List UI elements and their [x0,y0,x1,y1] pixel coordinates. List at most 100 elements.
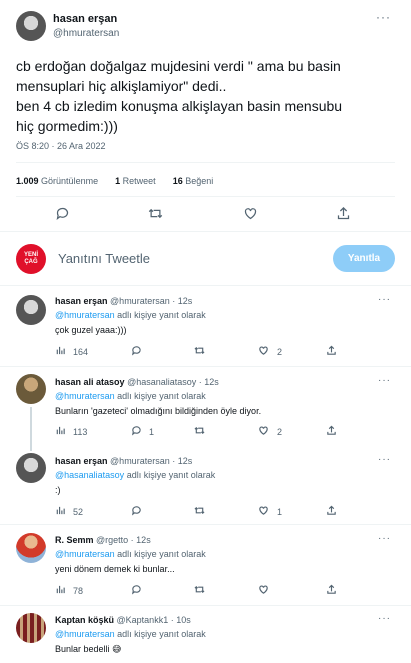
reply-author-name[interactable]: R. Semm [55,535,94,545]
reply-input[interactable]: Yanıtını Tweetle [58,251,318,266]
tweet-timestamp[interactable]: ÖS 8:20 · 26 Ara 2022 [16,141,106,151]
reply-to-suffix: adlı kişiye yanıt olarak [114,391,206,401]
reply-text: :) [55,485,61,495]
reply-header: R. Semm @rgetto · 12s [55,535,151,545]
replying-to: @hmuratersan adlı kişiye yanıt olarak [55,310,206,320]
views-count: 164 [73,347,89,357]
like-icon[interactable] [258,584,269,595]
retweets-label[interactable]: Retweet [123,176,156,186]
views-count: 78 [73,586,84,596]
reply-to-suffix: adlı kişiye yanıt olarak [114,310,206,320]
retweet-icon[interactable] [194,584,205,595]
retweet-icon[interactable] [194,505,205,516]
share-icon[interactable] [326,584,337,595]
author-avatar[interactable] [16,11,46,41]
reply-icon[interactable] [131,425,142,436]
divider [0,366,411,367]
more-options-icon[interactable]: ··· [378,613,391,624]
reply-icon[interactable] [131,345,142,356]
views-icon[interactable] [55,345,66,356]
tweet-text-line: cb erdoğan doğalgaz mujdesini verdi " am… [16,58,341,74]
divider [16,162,395,163]
views-label: Görüntülenme [41,176,99,186]
reply-to-handle[interactable]: @hasanaliatasoy [55,470,124,480]
more-options-icon[interactable]: ··· [376,10,391,24]
share-icon[interactable] [326,345,337,356]
reply-icon[interactable] [131,584,142,595]
views-count: 113 [73,427,88,437]
reply-author-handle[interactable]: @rgetto · 12s [96,535,151,545]
views-icon[interactable] [55,425,66,436]
reply-author-handle[interactable]: @hmuratersan · 12s [110,456,192,466]
replies-count: 1 [149,427,155,437]
reply-header: hasan ali atasoy @hasanaliatasoy · 12s [55,377,219,387]
reply-author-name[interactable]: Kaptan köşkü [55,615,114,625]
reply-author-name[interactable]: hasan erşan [55,296,108,306]
share-icon[interactable] [326,505,337,516]
reply-author-name[interactable]: hasan ali atasoy [55,377,125,387]
replying-to: @hmuratersan adlı kişiye yanıt olarak [55,549,206,559]
reply-text: Bunların 'gazeteci' olmadığını bildiğind… [55,406,262,416]
reply-avatar[interactable] [16,295,46,325]
likes-label[interactable]: Beğeni [185,176,213,186]
reply-to-suffix: adlı kişiye yanıt olarak [114,629,206,639]
like-icon[interactable] [258,425,269,436]
views-icon[interactable] [55,584,66,595]
tweet-text-line: hiç gormedim:))) [16,118,118,134]
reply-avatar[interactable] [16,613,46,643]
author-handle[interactable]: @hmuratersan [53,28,119,39]
reply-button[interactable]: Yanıtla [333,245,395,272]
reply-to-suffix: adlı kişiye yanıt olarak [124,470,216,480]
retweet-icon[interactable] [148,206,163,221]
likes-count: 1 [277,507,283,517]
like-icon[interactable] [258,345,269,356]
reply-text: çok guzel yaaa:))) [55,325,127,335]
likes-count: 2 [277,347,283,357]
reply-icon[interactable] [131,505,142,516]
share-icon[interactable] [326,425,337,436]
current-user-avatar[interactable]: YENİ ÇAĞ [16,244,46,274]
tweet-stats: 1.009 Görüntülenme 1 Retweet 16 Beğeni [16,176,213,186]
share-icon[interactable] [336,206,351,221]
reply-header: hasan erşan @hmuratersan · 12s [55,456,192,466]
reply-author-handle[interactable]: @hmuratersan · 12s [110,296,192,306]
reply-author-handle[interactable]: @hasanaliatasoy · 12s [127,377,219,387]
like-icon[interactable] [258,505,269,516]
reply-to-handle[interactable]: @hmuratersan [55,391,115,401]
replying-to: @hasanaliatasoy adlı kişiye yanıt olarak [55,470,215,480]
retweets-count[interactable]: 1 [115,176,120,186]
more-options-icon[interactable]: ··· [378,294,391,305]
tweet-text: cb erdoğan doğalgaz mujdesini verdi " am… [16,56,401,136]
retweet-icon[interactable] [194,425,205,436]
reply-to-handle[interactable]: @hmuratersan [55,629,115,639]
reply-header: hasan erşan @hmuratersan · 12s [55,296,192,306]
retweet-icon[interactable] [194,345,205,356]
divider [0,285,411,286]
reply-avatar[interactable] [16,374,46,404]
reply-avatar[interactable] [16,453,46,483]
reply-to-handle[interactable]: @hmuratersan [55,310,115,320]
author-name[interactable]: hasan erşan [53,13,117,25]
reply-to-handle[interactable]: @hmuratersan [55,549,115,559]
reply-header: Kaptan köşkü @Kaptankk1 · 10s [55,615,191,625]
replying-to: @hmuratersan adlı kişiye yanıt olarak [55,391,206,401]
more-options-icon[interactable]: ··· [378,375,391,386]
like-icon[interactable] [243,206,258,221]
more-options-icon[interactable]: ··· [378,454,391,465]
views-count: 52 [73,507,84,517]
reply-text: Bunlar bedelli 😅 [55,644,122,654]
divider [0,524,411,525]
thread-line [30,407,32,451]
divider [0,231,411,232]
views-count: 1.009 [16,176,39,186]
views-icon[interactable] [55,505,66,516]
reply-avatar[interactable] [16,533,46,563]
reply-author-handle[interactable]: @Kaptankk1 · 10s [117,615,191,625]
likes-count[interactable]: 16 [173,176,183,186]
more-options-icon[interactable]: ··· [378,533,391,544]
avatar-brand-text: ÇAĞ [24,259,38,265]
replying-to: @hmuratersan adlı kişiye yanıt olarak [55,629,206,639]
reply-author-name[interactable]: hasan erşan [55,456,108,466]
likes-count: 2 [277,427,283,437]
reply-icon[interactable] [55,206,70,221]
